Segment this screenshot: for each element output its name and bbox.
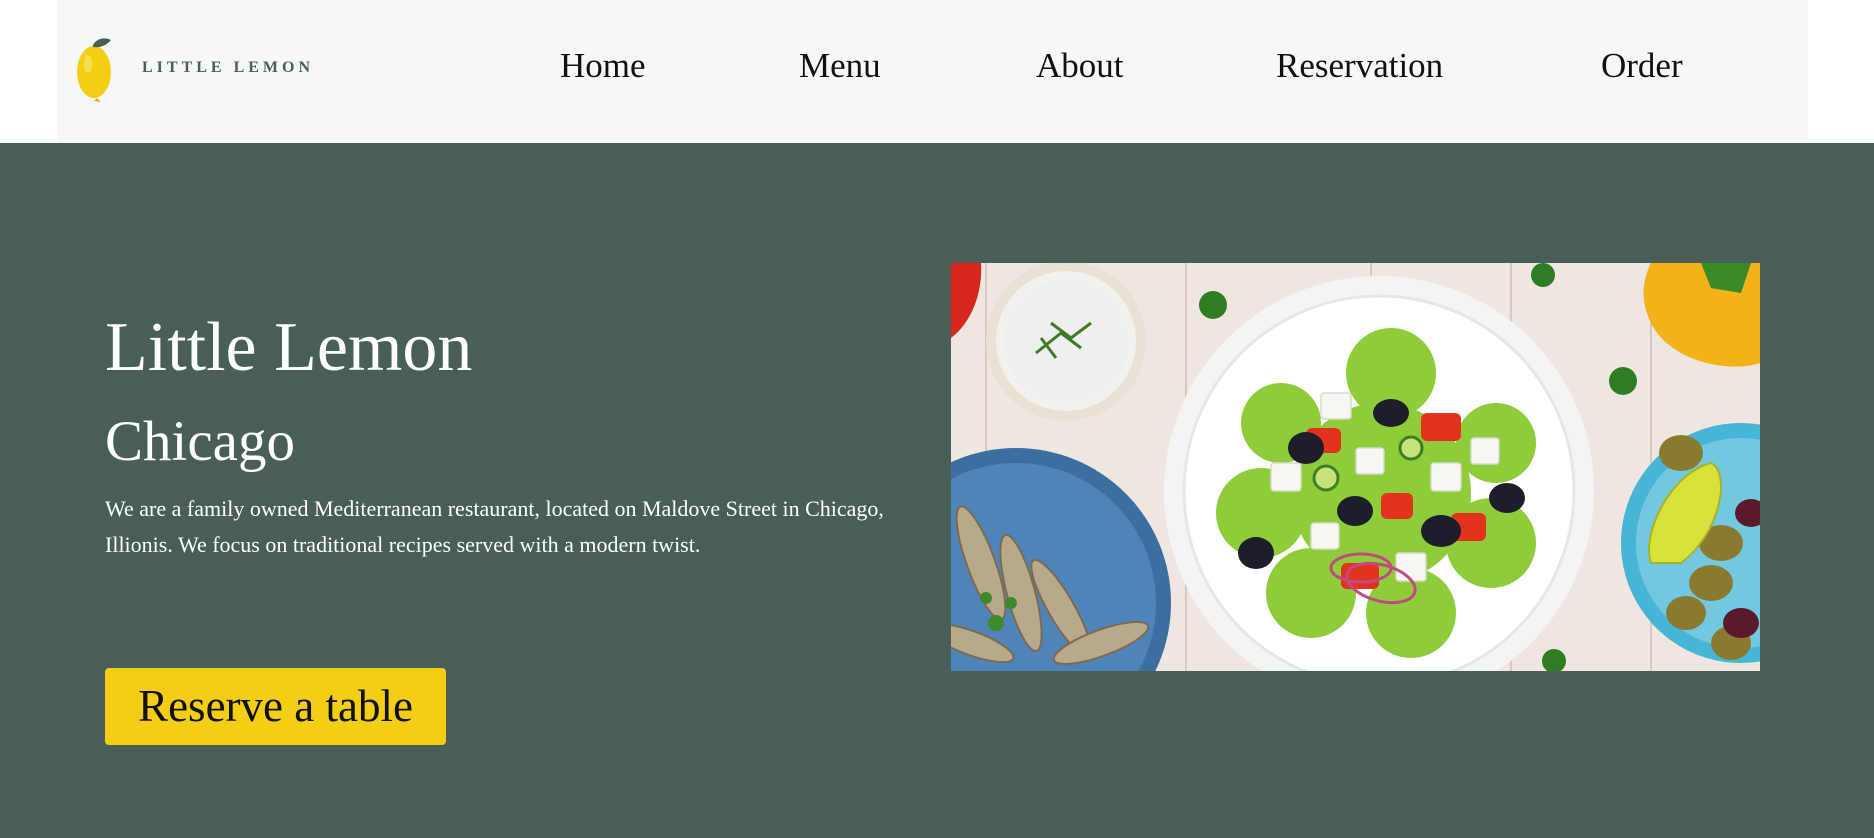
hero-section: Little Lemon Chicago We are a family own…: [0, 143, 1874, 838]
nav-order-link[interactable]: Order: [1601, 46, 1683, 86]
lemon-icon: [77, 38, 111, 102]
nav-reservation-link[interactable]: Reservation: [1276, 46, 1443, 86]
hero-subtitle: Chicago: [105, 410, 295, 473]
logo-text: LITTLE LEMON: [142, 59, 315, 76]
reserve-table-button[interactable]: Reserve a table: [105, 668, 446, 745]
nav-home-link[interactable]: Home: [560, 46, 646, 86]
hero-description: We are a family owned Mediterranean rest…: [105, 496, 884, 557]
nav-menu-link[interactable]: Menu: [799, 46, 881, 86]
site-header: LITTLE LEMON Home Menu About Reservation…: [57, 0, 1808, 143]
food-photo: [951, 263, 1760, 671]
logo[interactable]: LITTLE LEMON: [75, 36, 325, 102]
hero-title: Little Lemon: [105, 309, 473, 386]
nav-about-link[interactable]: About: [1036, 46, 1124, 86]
hero-food-image: [951, 263, 1760, 671]
